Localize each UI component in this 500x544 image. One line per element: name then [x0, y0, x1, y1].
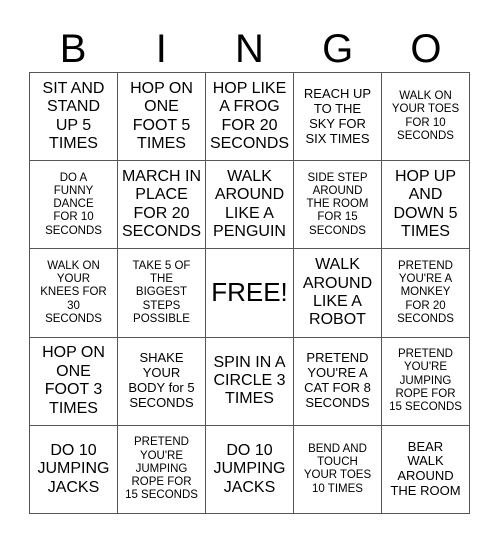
bingo-cell-text: HOP LIKE A FROG FOR 20 SECONDS [209, 79, 290, 152]
bingo-cell[interactable]: PRETEND YOU'RE JUMPING ROPE FOR 15 SECON… [118, 425, 206, 514]
bingo-cell[interactable]: PRETEND YOU'RE A MONKEY FOR 20 SECONDS [382, 249, 470, 338]
bingo-cell-text: HOP ON ONE FOOT 3 TIMES [42, 344, 105, 417]
bingo-cell-text: PRETEND YOU'RE A MONKEY FOR 20 SECONDS [397, 259, 454, 325]
bingo-cell-text: HOP UP AND DOWN 5 TIMES [393, 168, 458, 241]
bingo-cell[interactable]: WALK ON YOUR KNEES FOR 30 SECONDS [30, 249, 118, 338]
bingo-cell-text: FREE! [211, 277, 288, 308]
bingo-cell[interactable]: REACH UP TO THE SKY FOR SIX TIMES [294, 73, 382, 162]
bingo-cell[interactable]: DO 10 JUMPING JACKS [206, 425, 294, 514]
bingo-card-grid: SIT AND STAND UP 5 TIMES HOP ON ONE FOOT … [29, 72, 470, 514]
bingo-cell[interactable]: HOP ON ONE FOOT 3 TIMES [30, 337, 118, 426]
bingo-cell-text: PRETEND YOU'RE A CAT FOR 8 SECONDS [304, 350, 371, 411]
bingo-cell-text: TAKE 5 OF THE BIGGEST STEPS POSSIBLE [132, 259, 191, 325]
bingo-header: B I N G O [29, 26, 470, 72]
bingo-cell-text: PRETEND YOU'RE JUMPING ROPE FOR 15 SECON… [125, 436, 198, 502]
bingo-cell-text: BEND AND TOUCH YOUR TOES 10 TIMES [303, 442, 372, 495]
bingo-cell[interactable]: SIT AND STAND UP 5 TIMES [30, 73, 118, 162]
bingo-cell[interactable]: WALK ON YOUR TOES FOR 10 SECONDS [382, 73, 470, 162]
bingo-cell-text: DO 10 JUMPING JACKS [37, 441, 110, 496]
bingo-cell[interactable]: PRETEND YOU'RE JUMPING ROPE FOR 15 SECON… [382, 337, 470, 426]
bingo-cell[interactable]: WALK AROUND LIKE A PENGUIN [206, 161, 294, 250]
bingo-cell[interactable]: HOP LIKE A FROG FOR 20 SECONDS [206, 73, 294, 162]
header-letter-n: N [235, 27, 264, 71]
bingo-cell-text: WALK ON YOUR KNEES FOR 30 SECONDS [40, 259, 107, 325]
bingo-cell[interactable]: WALK AROUND LIKE A ROBOT [294, 249, 382, 338]
bingo-cell-text: SIDE STEP AROUND THE ROOM FOR 15 SECONDS [306, 171, 369, 237]
header-letter-b: B [59, 27, 87, 71]
bingo-cell[interactable]: PRETEND YOU'RE A CAT FOR 8 SECONDS [294, 337, 382, 426]
bingo-cell-text: WALK AROUND LIKE A PENGUIN [213, 168, 286, 241]
bingo-cell-text: HOP ON ONE FOOT 5 TIMES [130, 79, 193, 152]
bingo-cell[interactable]: SHAKE YOUR BODY for 5 SECONDS [118, 337, 206, 426]
bingo-cell[interactable]: HOP UP AND DOWN 5 TIMES [382, 161, 470, 250]
bingo-cell[interactable]: DO A FUNNY DANCE FOR 10 SECONDS [30, 161, 118, 250]
bingo-cell[interactable]: SIDE STEP AROUND THE ROOM FOR 15 SECONDS [294, 161, 382, 250]
bingo-cell-text: SPIN IN A CIRCLE 3 TIMES [213, 353, 286, 408]
header-letter-i: I [155, 27, 167, 71]
bingo-cell-text: BEAR WALK AROUND THE ROOM [390, 438, 461, 499]
bingo-cell[interactable]: BEND AND TOUCH YOUR TOES 10 TIMES [294, 425, 382, 514]
bingo-cell[interactable]: BEAR WALK AROUND THE ROOM [382, 425, 470, 514]
bingo-cell-text: SIT AND STAND UP 5 TIMES [42, 79, 105, 152]
bingo-cell-text: WALK ON YOUR TOES FOR 10 SECONDS [391, 90, 460, 142]
header-letter-o: O [410, 27, 442, 71]
bingo-cell[interactable]: SPIN IN A CIRCLE 3 TIMES [206, 337, 294, 426]
bingo-cell-text: SHAKE YOUR BODY for 5 SECONDS [128, 350, 195, 411]
bingo-cell-text: DO A FUNNY DANCE FOR 10 SECONDS [45, 171, 102, 237]
header-letter-g: G [322, 27, 354, 71]
bingo-cell[interactable]: HOP ON ONE FOOT 5 TIMES [118, 73, 206, 162]
bingo-cell[interactable]: TAKE 5 OF THE BIGGEST STEPS POSSIBLE [118, 249, 206, 338]
bingo-cell-text: REACH UP TO THE SKY FOR SIX TIMES [303, 85, 372, 146]
bingo-cell-text: MARCH IN PLACE FOR 20 SECONDS [121, 168, 202, 241]
bingo-cell-text: DO 10 JUMPING JACKS [213, 441, 286, 496]
bingo-cell[interactable]: DO 10 JUMPING JACKS [30, 425, 118, 514]
bingo-cell-text: WALK AROUND LIKE A ROBOT [302, 256, 373, 329]
bingo-cell-text: PRETEND YOU'RE JUMPING ROPE FOR 15 SECON… [389, 348, 462, 414]
bingo-cell-free[interactable]: FREE! [206, 249, 294, 338]
bingo-cell[interactable]: MARCH IN PLACE FOR 20 SECONDS [118, 161, 206, 250]
